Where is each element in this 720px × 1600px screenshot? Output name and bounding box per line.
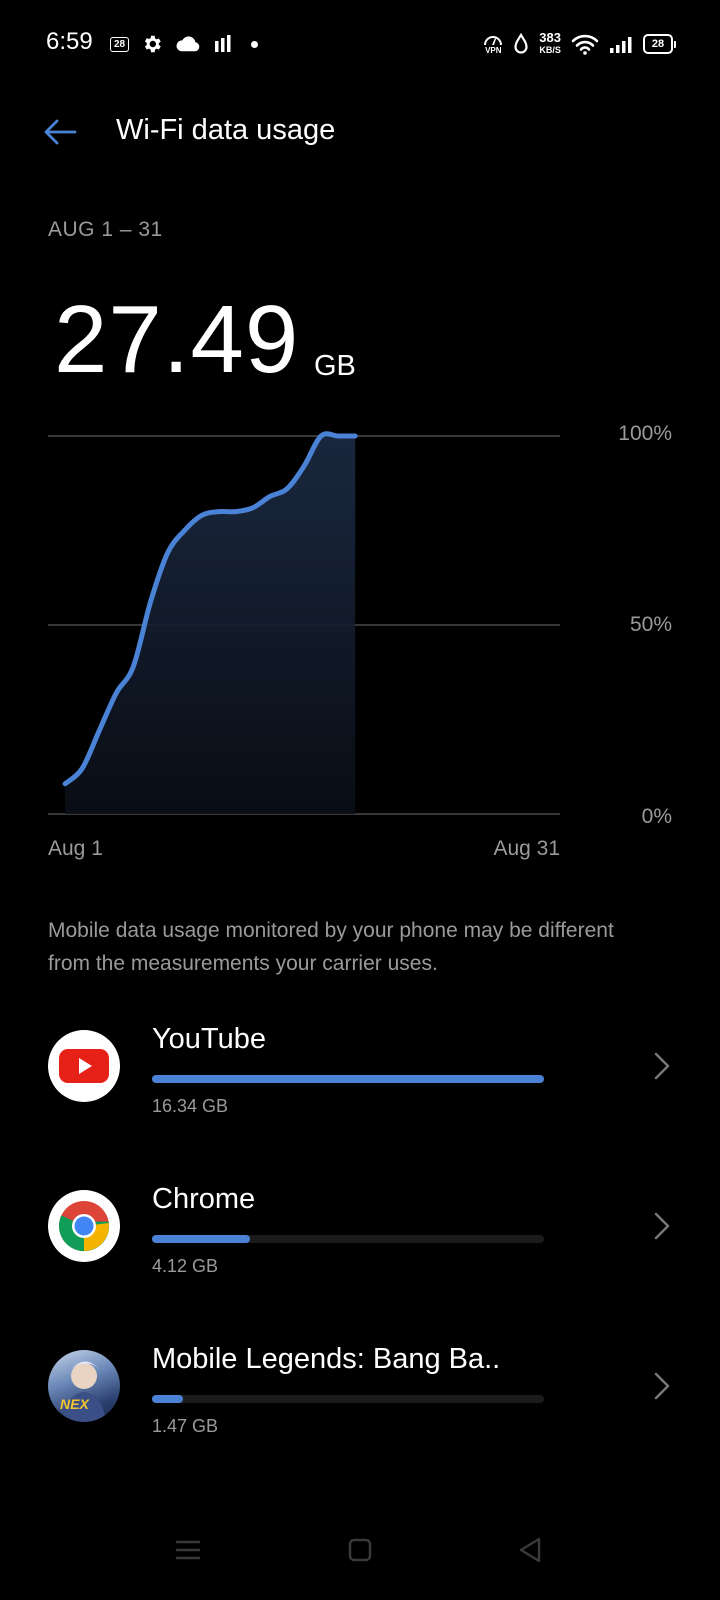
usage-data-point xyxy=(114,691,118,695)
back-button[interactable] xyxy=(38,112,82,152)
chrome-icon xyxy=(48,1190,120,1262)
network-speed-unit: KB/S xyxy=(539,45,561,55)
usage-data-point xyxy=(251,506,255,510)
app-usage-size: 16.34 GB xyxy=(152,1096,229,1116)
usage-data-point xyxy=(97,729,101,733)
y-tick-label: 50% xyxy=(629,613,672,636)
chevron-right-icon xyxy=(654,1212,670,1240)
signal-bars-icon xyxy=(215,35,231,52)
total-usage-unit: GB xyxy=(314,350,356,382)
status-time: 6:59 xyxy=(46,28,93,55)
usage-data-point xyxy=(319,434,323,438)
app-name: Chrome xyxy=(152,1183,256,1215)
status-right-icons: VPN 383 KB/S 28 xyxy=(483,28,676,60)
vpn-indicator: VPN xyxy=(483,34,503,55)
navigation-bar xyxy=(0,1520,720,1590)
chevron-right-icon xyxy=(654,1052,670,1080)
cell-signal-icon xyxy=(610,37,632,53)
status-bar: 6:59 28 VPN 383 KB/S 28 xyxy=(0,0,720,90)
vpn-icon xyxy=(484,35,503,45)
back-nav-button[interactable] xyxy=(510,1530,550,1570)
home-icon xyxy=(348,1538,372,1562)
usage-data-point xyxy=(217,510,221,514)
usage-data-point xyxy=(63,782,67,786)
app-row-mobile-legends[interactable]: NEX Mobile Legends: Bang Ba.. 1.47 GB xyxy=(0,1320,720,1470)
chevron-right-icon xyxy=(654,1372,670,1400)
mobile-legends-icon: NEX xyxy=(48,1350,120,1422)
y-tick-label: 0% xyxy=(641,805,672,828)
usage-period: AUG 1 – 31 xyxy=(48,218,163,241)
usage-data-point xyxy=(234,510,238,514)
back-arrow-icon xyxy=(44,119,77,145)
usage-chart-plot xyxy=(48,431,560,815)
usage-data-point xyxy=(131,665,135,669)
app-row-youtube[interactable]: YouTube 16.34 GB xyxy=(0,1000,720,1150)
usage-data-point xyxy=(353,434,357,438)
usage-data-point xyxy=(200,513,204,517)
usage-data-point xyxy=(183,529,187,533)
x-tick-label: Aug 31 xyxy=(493,837,560,860)
app-usage-bar-fill xyxy=(152,1075,544,1083)
usage-data-point xyxy=(302,464,306,468)
app-name: YouTube xyxy=(152,1023,266,1055)
mobile-legends-icon-text: NEX xyxy=(60,1396,89,1412)
network-speed-value: 383 xyxy=(539,30,561,45)
back-icon xyxy=(519,1537,541,1563)
drop-icon xyxy=(514,33,528,54)
app-name: Mobile Legends: Bang Ba.. xyxy=(152,1343,501,1375)
status-left-icons: 28 xyxy=(110,30,259,58)
app-usage-bar xyxy=(152,1075,544,1083)
usage-area xyxy=(65,433,356,814)
battery-icon: 28 xyxy=(643,34,676,54)
dot-icon xyxy=(251,40,259,48)
app-usage-bar xyxy=(152,1235,544,1243)
battery-level: 28 xyxy=(643,34,673,54)
x-tick-label: Aug 1 xyxy=(48,837,103,860)
app-usage-size: 1.47 GB xyxy=(152,1416,219,1436)
disclaimer-text: Mobile data usage monitored by your phon… xyxy=(48,919,614,975)
vpn-label: VPN xyxy=(485,45,502,55)
app-usage-bar xyxy=(152,1395,544,1403)
home-button[interactable] xyxy=(340,1530,380,1570)
usage-data-point xyxy=(80,767,84,771)
usage-data-point xyxy=(148,600,152,604)
menu-button[interactable] xyxy=(168,1530,208,1570)
y-tick-label: 100% xyxy=(618,422,672,445)
youtube-icon xyxy=(48,1030,120,1102)
usage-data-point xyxy=(285,487,289,491)
wifi-icon xyxy=(571,34,599,55)
menu-icon xyxy=(175,1540,201,1560)
cloud-icon xyxy=(176,36,200,52)
usage-data-point xyxy=(336,434,340,438)
total-usage-value: 27.49 xyxy=(54,286,300,393)
app-usage-bar-fill xyxy=(152,1235,250,1243)
network-speed: 383 KB/S xyxy=(539,30,561,56)
battery-tip xyxy=(674,40,676,48)
app-row-chrome[interactable]: Chrome 4.12 GB xyxy=(0,1160,720,1310)
usage-data-point xyxy=(166,551,170,555)
page-title: Wi-Fi data usage xyxy=(116,114,336,146)
usage-chart: 100% 50% 0% Aug 1 Aug 31 xyxy=(0,420,720,880)
usage-data-point xyxy=(268,495,272,499)
app-usage-bar-fill xyxy=(152,1395,184,1403)
notification-badge-icon: 28 xyxy=(110,36,130,52)
app-usage-size: 4.12 GB xyxy=(152,1256,219,1276)
gear-icon xyxy=(145,35,161,53)
